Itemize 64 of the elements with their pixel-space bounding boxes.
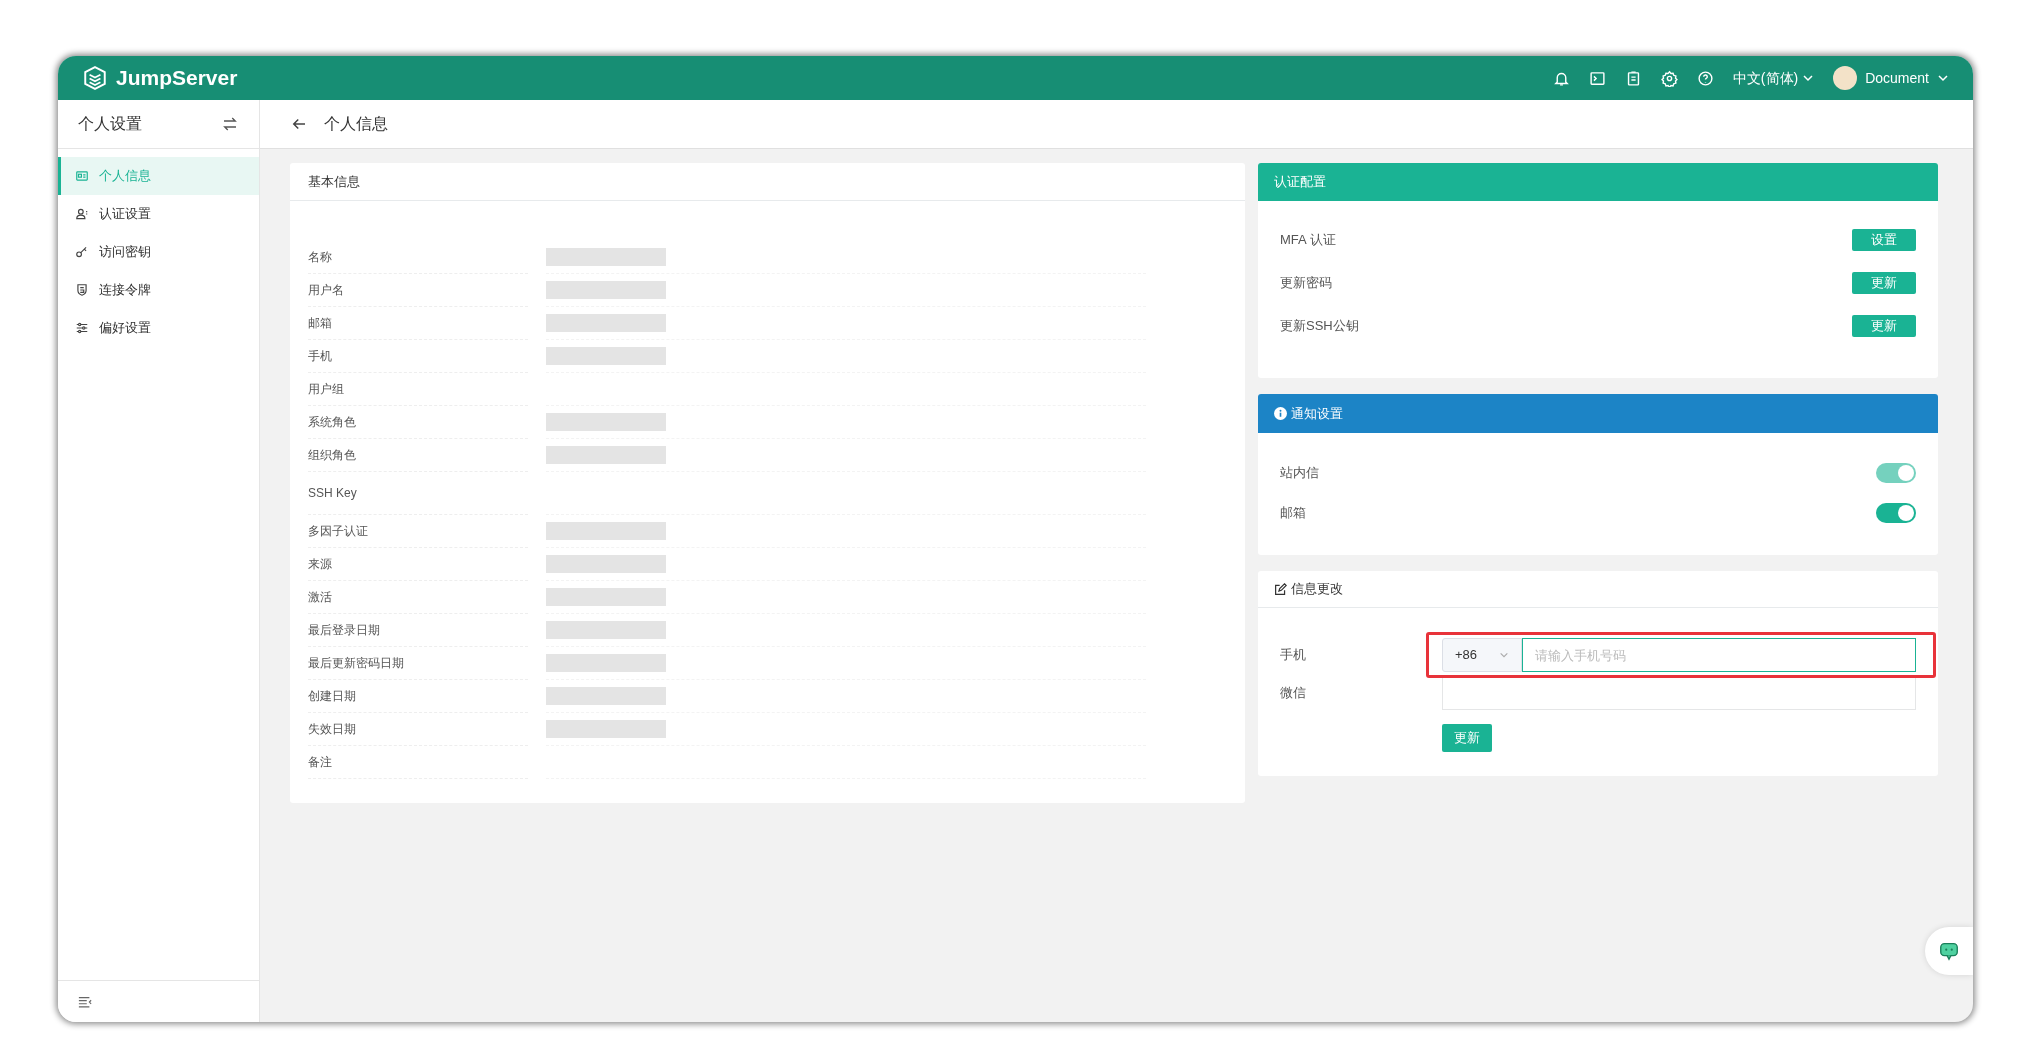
field-label: 邮箱 xyxy=(308,315,332,332)
field-label: 用户名 xyxy=(308,282,344,299)
caret-icon xyxy=(1937,72,1949,84)
toggle-switch[interactable] xyxy=(1876,503,1916,523)
language-selector[interactable]: 中文(简体) xyxy=(1732,67,1815,89)
id-card-icon xyxy=(75,169,89,183)
field-label: 微信 xyxy=(1280,684,1307,703)
field-label: 创建日期 xyxy=(308,688,356,705)
chat-bubble-icon xyxy=(1938,940,1960,962)
field-label: 最后更新密码日期 xyxy=(308,655,404,672)
sidebar-item[interactable]: 偏好设置 xyxy=(58,309,259,347)
sidebar-item[interactable]: 认证设置 xyxy=(58,195,259,233)
field-label: 用户组 xyxy=(308,381,344,398)
page-title: 个人信息 xyxy=(324,114,388,134)
settings-icon[interactable] xyxy=(1660,69,1678,87)
key-icon xyxy=(75,245,89,259)
shield-icon xyxy=(75,283,89,297)
setting-label: 更新密码 xyxy=(1280,273,1332,292)
field-label: 多因子认证 xyxy=(308,523,368,540)
card-title: 基本信息 xyxy=(308,172,360,191)
phone-input[interactable]: 请输入手机号码 xyxy=(1522,638,1916,672)
collapse-menu-icon[interactable] xyxy=(78,994,92,1009)
sidebar-item[interactable]: 访问密钥 xyxy=(58,233,259,271)
field-label: 名称 xyxy=(308,249,332,266)
sidebar-item[interactable]: 连接令牌 xyxy=(58,271,259,309)
setting-label: 邮箱 xyxy=(1280,504,1306,523)
field-label: 激活 xyxy=(308,589,332,606)
field-label: 失效日期 xyxy=(308,721,356,738)
user-icon xyxy=(75,207,89,221)
sliders-icon xyxy=(75,321,89,335)
info-icon xyxy=(1274,407,1287,420)
card-title: 通知设置 xyxy=(1291,404,1343,423)
help-icon[interactable] xyxy=(1696,69,1714,87)
field-label: SSH Key xyxy=(308,485,357,502)
setting-label: 站内信 xyxy=(1280,464,1319,483)
user-menu[interactable]: Document xyxy=(1833,66,1949,90)
setting-label: 更新SSH公钥 xyxy=(1280,316,1359,335)
field-label: 组织角色 xyxy=(308,447,356,464)
chat-button[interactable] xyxy=(1925,927,1973,975)
wechat-input[interactable] xyxy=(1442,676,1916,710)
action-button[interactable]: 更新 xyxy=(1852,271,1916,294)
swap-icon[interactable] xyxy=(221,115,239,133)
sidebar-item[interactable]: 个人信息 xyxy=(58,157,259,195)
field-label: 来源 xyxy=(308,556,332,573)
terminal-icon[interactable] xyxy=(1588,69,1606,87)
field-label: 手机 xyxy=(1280,646,1307,665)
edit-icon xyxy=(1274,582,1287,596)
field-label: 最后登录日期 xyxy=(308,622,380,639)
logo-icon xyxy=(82,65,108,91)
app-logo-text: JumpServer xyxy=(116,65,238,92)
card-title: 认证配置 xyxy=(1274,173,1326,192)
sidebar-title: 个人设置 xyxy=(78,114,142,134)
update-button[interactable]: 更新 xyxy=(1442,724,1492,752)
action-button[interactable]: 更新 xyxy=(1852,314,1916,337)
field-label: 手机 xyxy=(308,348,332,365)
avatar xyxy=(1833,66,1858,90)
country-code-select[interactable]: +86 xyxy=(1442,638,1522,672)
field-label: 系统角色 xyxy=(308,414,356,431)
field-label: 备注 xyxy=(308,754,332,771)
card-title: 信息更改 xyxy=(1291,580,1343,599)
caret-icon xyxy=(1499,650,1509,660)
action-button[interactable]: 设置 xyxy=(1852,228,1916,251)
caret-icon xyxy=(1802,72,1815,84)
setting-label: MFA 认证 xyxy=(1280,230,1336,249)
